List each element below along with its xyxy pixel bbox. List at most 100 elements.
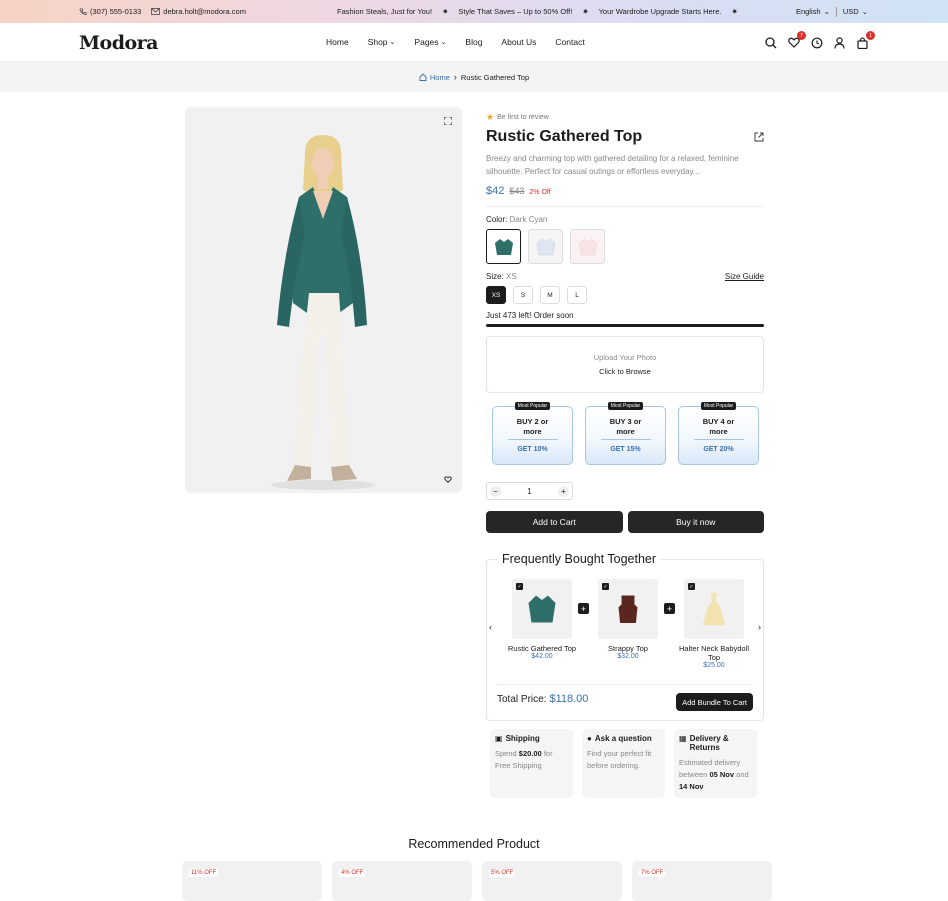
fbt-item[interactable]: ✓ Halter Neck Babydoll Top $25.00: [676, 579, 752, 669]
product-image[interactable]: [185, 107, 462, 493]
account-button[interactable]: [832, 35, 847, 50]
fbt-item[interactable]: ✓ Strappy Top $32.00: [590, 579, 666, 669]
card-bold: $20.00: [518, 749, 542, 758]
size-option-s[interactable]: S: [513, 286, 533, 304]
offer-title: BUY 2 or more: [507, 417, 558, 440]
shipping-card: ▣ Shipping Spend $20.00 for Free Shipping: [490, 729, 573, 798]
discount-badge: 11% OFF: [189, 869, 219, 877]
language-value: English: [795, 7, 821, 16]
plus-icon: +: [664, 603, 675, 614]
mail-icon: [151, 8, 161, 15]
checkbox-checked-icon[interactable]: ✓: [602, 583, 609, 590]
color-value: Dark Cyan: [509, 215, 548, 224]
offer-card[interactable]: Most Popular BUY 4 or more GET 20%: [678, 402, 759, 465]
card-text: Spend: [495, 749, 517, 758]
offer-card[interactable]: Most Popular BUY 3 or more GET 15%: [585, 402, 666, 465]
card-bold: 14 Nov: [679, 782, 704, 791]
bundle-offers: Most Popular BUY 2 or more GET 10% Most Po…: [486, 402, 764, 465]
ask-question-card[interactable]: ● Ask a question Find your perfect fit bef…: [582, 729, 665, 798]
fbt-item-image: ✓: [684, 579, 744, 639]
logo[interactable]: Modora: [79, 32, 158, 54]
nav-contact[interactable]: Contact: [555, 37, 584, 47]
price-row: $42 $43 2% Off: [486, 185, 764, 197]
nav-shop[interactable]: Shop ⌄: [368, 37, 396, 47]
color-swatch-pink[interactable]: [570, 229, 605, 264]
fbt-item-image: ✓: [512, 579, 572, 639]
history-icon: [811, 37, 822, 48]
decrease-button[interactable]: −: [490, 485, 501, 497]
bundle-total: Total Price: $118.00: [497, 693, 588, 705]
nav-pages[interactable]: Pages ⌄: [414, 37, 446, 47]
offer-tag: Most Popular: [514, 402, 551, 410]
increase-button[interactable]: +: [557, 485, 569, 497]
offer-card[interactable]: Most Popular BUY 2 or more GET 10%: [492, 402, 573, 465]
breadcrumb-home[interactable]: Home: [419, 73, 450, 82]
color-swatch-dark-cyan[interactable]: [486, 229, 521, 264]
card-bold: 05 Nov: [709, 770, 735, 779]
nav-blog[interactable]: Blog: [465, 37, 482, 47]
currency-select[interactable]: USD ⌄: [843, 7, 868, 16]
product-card[interactable]: 7% OFF: [632, 861, 772, 901]
wishlist-heart-icon[interactable]: [444, 476, 452, 483]
top-thumbnail: [618, 595, 638, 623]
search-button[interactable]: [763, 35, 778, 50]
card-title: Delivery & Returns: [689, 734, 729, 752]
nav-label: Contact: [555, 37, 585, 47]
offer-discount: GET 20%: [703, 446, 734, 453]
size-guide-link[interactable]: Size Guide: [725, 272, 764, 281]
promo-text: Style That Saves – Up to 50% Off!: [458, 7, 573, 16]
chevron-left-icon[interactable]: ‹: [489, 622, 492, 632]
shirt-thumbnail: [578, 238, 597, 255]
breadcrumb-current: Rustic Gathered Top: [460, 72, 530, 82]
size-label: Size: XS: [486, 272, 517, 281]
add-to-cart-button[interactable]: Add to Cart: [486, 511, 623, 533]
phone-contact[interactable]: (307) 555-0133: [79, 7, 141, 16]
size-option-l[interactable]: L: [567, 286, 587, 304]
chevron-right-icon[interactable]: ›: [758, 622, 761, 632]
language-select[interactable]: English ⌄: [796, 7, 830, 16]
card-text: and: [736, 770, 749, 779]
promo-ticker: Fashion Steals, Just for You! ✷ Style Tha…: [337, 7, 738, 16]
checkbox-checked-icon[interactable]: ✓: [688, 583, 695, 590]
review-link[interactable]: ★ Be first to review: [486, 112, 764, 123]
cart-count-badge: 1: [866, 31, 875, 40]
total-label: Total Price:: [497, 694, 547, 705]
upload-title: Upload Your Photo: [593, 353, 657, 362]
fbt-heading: Frequently Bought Together: [497, 552, 662, 566]
nav-home[interactable]: Home: [326, 37, 349, 47]
sparkle-icon: ✷: [442, 7, 449, 16]
cart-button[interactable]: 1: [855, 31, 875, 50]
recently-viewed-button[interactable]: [809, 35, 824, 50]
product-card[interactable]: 11% OFF: [182, 861, 322, 901]
expand-icon[interactable]: [444, 117, 452, 125]
offer-title: BUY 4 or more: [693, 417, 744, 440]
truck-icon: ▣: [495, 734, 503, 743]
size-option-m[interactable]: M: [540, 286, 560, 304]
buy-now-button[interactable]: Buy it now: [627, 511, 764, 533]
recommended-products: 11% OFF 4% OFF 5% OFF 7% OFF: [182, 861, 772, 901]
share-icon[interactable]: [754, 132, 764, 142]
discount-badge: 4% OFF: [339, 869, 366, 877]
quantity-value[interactable]: 1: [527, 487, 531, 496]
nav-label: Home: [326, 37, 349, 47]
size-option-xs[interactable]: XS: [486, 286, 506, 304]
old-price: $43: [509, 186, 525, 196]
current-price: $42: [486, 185, 505, 197]
divider: [835, 6, 837, 17]
main-nav: Home Shop ⌄ Pages ⌄ Blog About Us Contact: [326, 37, 585, 47]
fbt-item[interactable]: ✓ Rustic Gathered Top $42.00: [504, 579, 580, 669]
color-swatch-light-blue[interactable]: [528, 229, 563, 264]
checkbox-checked-icon[interactable]: ✓: [516, 583, 523, 590]
wishlist-button[interactable]: 7: [786, 31, 806, 50]
shirt-thumbnail: [494, 238, 513, 255]
model-figure: [271, 135, 375, 490]
email-contact[interactable]: debra.holt@modora.com: [151, 7, 246, 16]
size-options: XS S M L: [486, 286, 764, 304]
product-card[interactable]: 4% OFF: [332, 861, 472, 901]
discount-badge: 5% OFF: [489, 869, 516, 877]
nav-label: About Us: [501, 37, 537, 47]
add-bundle-button[interactable]: Add Bundle To Cart: [676, 693, 753, 711]
nav-about[interactable]: About Us: [501, 37, 536, 47]
photo-upload[interactable]: Upload Your Photo Click to Browse: [486, 336, 764, 393]
product-card[interactable]: 5% OFF: [482, 861, 622, 901]
